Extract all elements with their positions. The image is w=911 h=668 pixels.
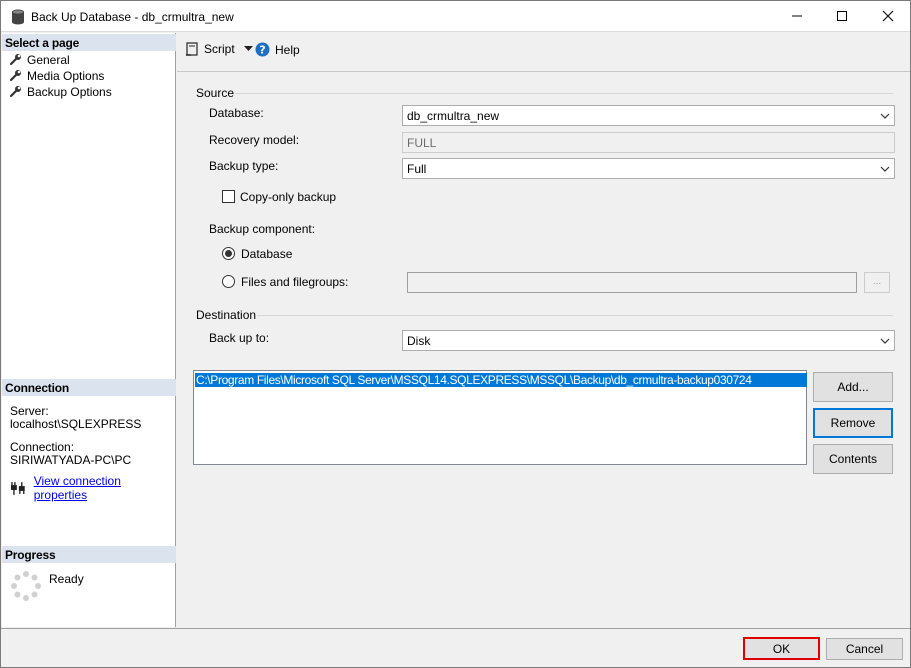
connection-value: SIRIWATYADA-PC\PC <box>10 453 132 467</box>
database-icon <box>12 9 24 25</box>
wrench-icon <box>9 86 21 98</box>
source-divider <box>235 93 893 94</box>
chevron-down-icon <box>880 338 890 344</box>
cancel-button[interactable]: Cancel <box>826 638 903 660</box>
view-connection-properties[interactable]: View connection properties <box>10 474 175 502</box>
script-icon <box>186 42 198 56</box>
dropdown-arrow-icon <box>243 46 253 51</box>
add-button[interactable]: Add... <box>813 372 893 402</box>
script-label: Script <box>204 42 235 56</box>
ok-button[interactable]: OK <box>743 637 820 660</box>
progress-status: Ready <box>49 572 84 586</box>
component-files-radio[interactable] <box>222 275 235 288</box>
destination-divider <box>257 315 893 316</box>
page-item-label: Backup Options <box>27 84 112 99</box>
recovery-model-field: FULL <box>402 132 895 153</box>
view-connection-link[interactable]: View connection properties <box>34 474 175 502</box>
page-item-backup-options[interactable]: Backup Options <box>9 84 112 99</box>
svg-text:?: ? <box>259 44 265 57</box>
connection-header: Connection <box>2 379 176 396</box>
page-item-media-options[interactable]: Media Options <box>9 68 104 83</box>
backup-database-dialog: Back Up Database - db_crmultra_new Selec… <box>0 0 911 668</box>
minimize-icon <box>792 15 802 17</box>
database-value: db_crmultra_new <box>407 109 500 123</box>
component-database-label: Database <box>241 247 293 261</box>
maximize-button[interactable] <box>819 1 865 31</box>
progress-header: Progress <box>2 546 176 563</box>
filegroups-browse-button: ... <box>864 272 890 293</box>
toolbar: Script ? Help <box>177 33 910 65</box>
backup-type-label: Backup type: <box>209 159 279 173</box>
chevron-down-icon <box>880 113 890 119</box>
backup-component-label: Backup component: <box>209 222 316 236</box>
database-label: Database: <box>209 106 264 120</box>
close-button[interactable] <box>865 1 911 31</box>
page-item-label: Media Options <box>27 68 105 83</box>
server-value: localhost\SQLEXPRESS <box>10 417 142 431</box>
window-title: Back Up Database - db_crmultra_new <box>31 10 234 24</box>
list-item[interactable]: C:\Program Files\Microsoft SQL Server\MS… <box>195 373 807 387</box>
backup-type-value: Full <box>407 162 427 176</box>
filegroups-textbox <box>407 272 857 293</box>
dialog-footer: OK Cancel <box>1 628 910 667</box>
minimize-button[interactable] <box>774 1 820 31</box>
plug-icon <box>10 482 25 495</box>
wrench-icon <box>9 54 21 66</box>
progress-spinner-icon <box>11 571 41 601</box>
recovery-model-value: FULL <box>407 136 437 150</box>
remove-button[interactable]: Remove <box>813 408 893 438</box>
back-up-to-label: Back up to: <box>209 331 270 345</box>
general-page-content: Source Database: db_crmultra_new Recover… <box>177 71 910 627</box>
server-label: Server: <box>10 404 49 418</box>
back-up-to-value: Disk <box>407 334 431 348</box>
page-item-general[interactable]: General <box>9 52 70 67</box>
backup-type-combobox[interactable]: Full <box>402 158 895 179</box>
left-pane: Select a page General Media Options Back… <box>2 33 176 627</box>
connection-label: Connection: <box>10 440 75 454</box>
copy-only-label: Copy-only backup <box>240 190 337 204</box>
close-icon <box>882 10 894 22</box>
help-label: Help <box>275 42 300 57</box>
select-page-header: Select a page <box>2 34 176 51</box>
component-database-radio[interactable] <box>222 247 235 260</box>
backup-destination-list[interactable]: C:\Program Files\Microsoft SQL Server\MS… <box>193 370 807 465</box>
help-icon: ? <box>255 42 270 57</box>
help-button[interactable]: ? Help <box>255 42 300 57</box>
wrench-icon <box>9 70 21 82</box>
database-combobox[interactable]: db_crmultra_new <box>402 105 895 126</box>
page-item-label: General <box>27 52 70 67</box>
source-group-label: Source <box>196 86 235 100</box>
back-up-to-combobox[interactable]: Disk <box>402 330 895 351</box>
destination-group-label: Destination <box>196 308 257 322</box>
chevron-down-icon <box>880 166 890 172</box>
title-bar: Back Up Database - db_crmultra_new <box>1 1 910 32</box>
script-button[interactable]: Script <box>185 42 258 56</box>
contents-button[interactable]: Contents <box>813 444 893 474</box>
component-files-label: Files and filegroups: <box>241 275 349 289</box>
recovery-model-label: Recovery model: <box>209 133 300 147</box>
copy-only-checkbox[interactable] <box>222 190 235 203</box>
maximize-icon <box>837 11 847 21</box>
